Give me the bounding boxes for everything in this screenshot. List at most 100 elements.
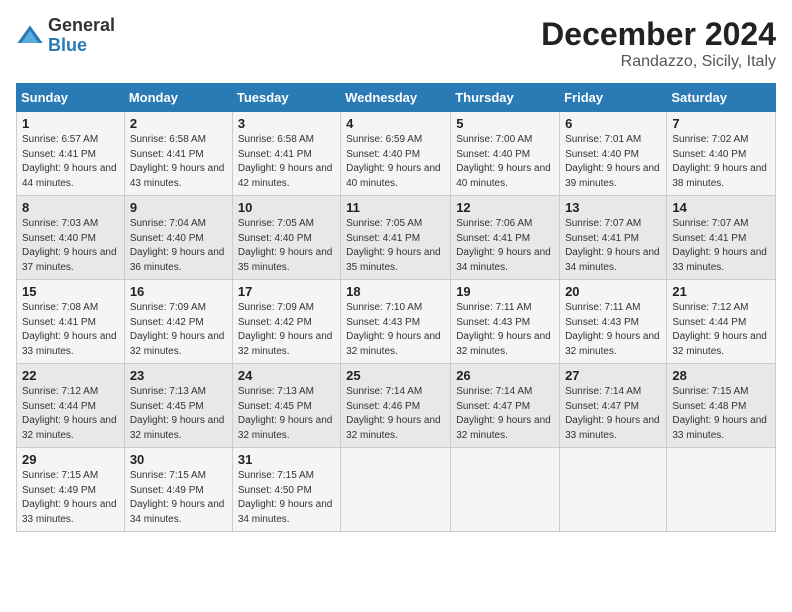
table-row — [560, 448, 667, 532]
day-number: 2 — [130, 116, 227, 131]
table-row: 22 Sunrise: 7:12 AMSunset: 4:44 PMDayligh… — [17, 364, 125, 448]
day-info: Sunrise: 7:05 AMSunset: 4:40 PMDaylight:… — [238, 217, 335, 275]
day-number: 21 — [672, 284, 770, 299]
day-info: Sunrise: 7:14 AMSunset: 4:47 PMDaylight:… — [456, 385, 554, 443]
day-info: Sunrise: 7:03 AMSunset: 4:40 PMDaylight:… — [22, 217, 119, 275]
calendar-week-row: 15Sunrise: 7:08 AMSunset: 4:41 PMDayligh… — [17, 280, 776, 364]
day-number: 16 — [130, 284, 227, 299]
table-row: 4 Sunrise: 6:59 AMSunset: 4:40 PMDaylight… — [341, 112, 451, 196]
header-thursday: Thursday — [451, 84, 560, 112]
day-info: Sunrise: 7:10 AMSunset: 4:43 PMDaylight:… — [346, 301, 445, 359]
table-row — [451, 448, 560, 532]
header-friday: Friday — [560, 84, 667, 112]
table-row: 23Sunrise: 7:13 AMSunset: 4:45 PMDayligh… — [124, 364, 232, 448]
page-container: General Blue December 2024 Randazzo, Sic… — [0, 0, 792, 542]
day-info: Sunrise: 7:01 AMSunset: 4:40 PMDaylight:… — [565, 133, 661, 191]
subtitle: Randazzo, Sicily, Italy — [541, 53, 776, 71]
day-number: 9 — [130, 200, 227, 215]
day-number: 7 — [672, 116, 770, 131]
day-info: Sunrise: 7:12 AMSunset: 4:44 PMDaylight:… — [672, 301, 770, 359]
day-info: Sunrise: 6:58 AMSunset: 4:41 PMDaylight:… — [130, 133, 227, 191]
table-row: 12Sunrise: 7:06 AMSunset: 4:41 PMDayligh… — [451, 196, 560, 280]
day-info: Sunrise: 7:15 AMSunset: 4:49 PMDaylight:… — [130, 469, 227, 527]
table-row: 7 Sunrise: 7:02 AMSunset: 4:40 PMDaylight… — [667, 112, 776, 196]
day-info: Sunrise: 6:57 AMSunset: 4:41 PMDaylight:… — [22, 133, 119, 191]
day-info: Sunrise: 7:13 AMSunset: 4:45 PMDaylight:… — [238, 385, 335, 443]
calendar-week-row: 8 Sunrise: 7:03 AMSunset: 4:40 PMDaylight… — [17, 196, 776, 280]
table-row: 8 Sunrise: 7:03 AMSunset: 4:40 PMDaylight… — [17, 196, 125, 280]
calendar-week-row: 22 Sunrise: 7:12 AMSunset: 4:44 PMDayligh… — [17, 364, 776, 448]
table-row: 24 Sunrise: 7:13 AMSunset: 4:45 PMDayligh… — [232, 364, 340, 448]
table-row: 16 Sunrise: 7:09 AMSunset: 4:42 PMDayligh… — [124, 280, 232, 364]
day-info: Sunrise: 7:14 AMSunset: 4:46 PMDaylight:… — [346, 385, 445, 443]
table-row: 10Sunrise: 7:05 AMSunset: 4:40 PMDayligh… — [232, 196, 340, 280]
day-info: Sunrise: 6:58 AMSunset: 4:41 PMDaylight:… — [238, 133, 335, 191]
title-block: December 2024 Randazzo, Sicily, Italy — [541, 16, 776, 71]
day-info: Sunrise: 7:09 AMSunset: 4:42 PMDaylight:… — [238, 301, 335, 359]
day-info: Sunrise: 7:12 AMSunset: 4:44 PMDaylight:… — [22, 385, 119, 443]
day-number: 6 — [565, 116, 661, 131]
table-row: 6 Sunrise: 7:01 AMSunset: 4:40 PMDaylight… — [560, 112, 667, 196]
table-row: 26 Sunrise: 7:14 AMSunset: 4:47 PMDayligh… — [451, 364, 560, 448]
month-title: December 2024 — [541, 16, 776, 53]
day-number: 8 — [22, 200, 119, 215]
day-number: 30 — [130, 452, 227, 467]
day-info: Sunrise: 7:07 AMSunset: 4:41 PMDaylight:… — [672, 217, 770, 275]
table-row: 29 Sunrise: 7:15 AMSunset: 4:49 PMDayligh… — [17, 448, 125, 532]
table-row: 20 Sunrise: 7:11 AMSunset: 4:43 PMDayligh… — [560, 280, 667, 364]
table-row: 30 Sunrise: 7:15 AMSunset: 4:49 PMDayligh… — [124, 448, 232, 532]
logo-icon — [16, 22, 44, 50]
day-info: Sunrise: 7:09 AMSunset: 4:42 PMDaylight:… — [130, 301, 227, 359]
day-info: Sunrise: 7:07 AMSunset: 4:41 PMDaylight:… — [565, 217, 661, 275]
day-info: Sunrise: 7:00 AMSunset: 4:40 PMDaylight:… — [456, 133, 554, 191]
day-number: 23 — [130, 368, 227, 383]
day-info: Sunrise: 7:15 AMSunset: 4:50 PMDaylight:… — [238, 469, 335, 527]
day-info: Sunrise: 7:15 AMSunset: 4:49 PMDaylight:… — [22, 469, 119, 527]
header-monday: Monday — [124, 84, 232, 112]
table-row: 27 Sunrise: 7:14 AMSunset: 4:47 PMDayligh… — [560, 364, 667, 448]
day-number: 3 — [238, 116, 335, 131]
day-number: 18 — [346, 284, 445, 299]
day-number: 25 — [346, 368, 445, 383]
day-number: 11 — [346, 200, 445, 215]
header-saturday: Saturday — [667, 84, 776, 112]
table-row: 2 Sunrise: 6:58 AMSunset: 4:41 PMDaylight… — [124, 112, 232, 196]
header-wednesday: Wednesday — [341, 84, 451, 112]
calendar-week-row: 1 Sunrise: 6:57 AMSunset: 4:41 PMDaylight… — [17, 112, 776, 196]
table-row: 3 Sunrise: 6:58 AMSunset: 4:41 PMDaylight… — [232, 112, 340, 196]
day-number: 12 — [456, 200, 554, 215]
day-number: 24 — [238, 368, 335, 383]
logo-blue-text: Blue — [48, 36, 115, 56]
header-tuesday: Tuesday — [232, 84, 340, 112]
day-number: 4 — [346, 116, 445, 131]
day-number: 20 — [565, 284, 661, 299]
day-number: 1 — [22, 116, 119, 131]
table-row — [667, 448, 776, 532]
day-number: 29 — [22, 452, 119, 467]
day-number: 15 — [22, 284, 119, 299]
day-info: Sunrise: 7:11 AMSunset: 4:43 PMDaylight:… — [565, 301, 661, 359]
header-sunday: Sunday — [17, 84, 125, 112]
day-number: 26 — [456, 368, 554, 383]
table-row — [341, 448, 451, 532]
table-row: 11 Sunrise: 7:05 AMSunset: 4:41 PMDayligh… — [341, 196, 451, 280]
day-number: 5 — [456, 116, 554, 131]
day-number: 17 — [238, 284, 335, 299]
table-row: 15Sunrise: 7:08 AMSunset: 4:41 PMDayligh… — [17, 280, 125, 364]
day-number: 19 — [456, 284, 554, 299]
day-info: Sunrise: 6:59 AMSunset: 4:40 PMDaylight:… — [346, 133, 445, 191]
day-number: 27 — [565, 368, 661, 383]
table-row: 17 Sunrise: 7:09 AMSunset: 4:42 PMDayligh… — [232, 280, 340, 364]
table-row: 28Sunrise: 7:15 AMSunset: 4:48 PMDayligh… — [667, 364, 776, 448]
day-info: Sunrise: 7:14 AMSunset: 4:47 PMDaylight:… — [565, 385, 661, 443]
day-info: Sunrise: 7:05 AMSunset: 4:41 PMDaylight:… — [346, 217, 445, 275]
table-row: 31Sunrise: 7:15 AMSunset: 4:50 PMDayligh… — [232, 448, 340, 532]
table-row: 13Sunrise: 7:07 AMSunset: 4:41 PMDayligh… — [560, 196, 667, 280]
day-info: Sunrise: 7:02 AMSunset: 4:40 PMDaylight:… — [672, 133, 770, 191]
calendar-header-row: Sunday Monday Tuesday Wednesday Thursday… — [17, 84, 776, 112]
logo: General Blue — [16, 16, 115, 56]
day-number: 22 — [22, 368, 119, 383]
table-row: 21 Sunrise: 7:12 AMSunset: 4:44 PMDayligh… — [667, 280, 776, 364]
table-row: 14Sunrise: 7:07 AMSunset: 4:41 PMDayligh… — [667, 196, 776, 280]
logo-text: General Blue — [48, 16, 115, 56]
